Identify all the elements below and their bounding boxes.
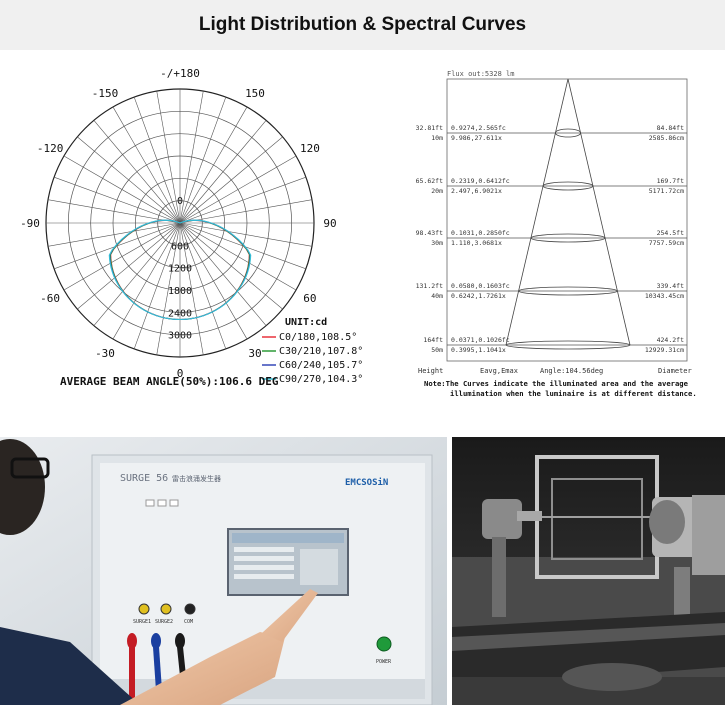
diameter-cm: 7757.59cm	[649, 239, 684, 247]
height-m: 50m	[431, 346, 443, 354]
device-brand: EMCSOSiN	[345, 477, 388, 488]
eavg-lx: 0.6242,1.7261x	[451, 292, 506, 300]
radial-label: 600	[171, 241, 189, 252]
cone-diagram: Flux out:5328 lm 32.81ft 10m 0.9274,2.565f…	[416, 70, 697, 398]
angle-label: -30	[95, 347, 115, 360]
cone-frame	[446, 78, 688, 362]
radial-label: 1800	[168, 286, 192, 297]
power-button-icon	[376, 636, 392, 652]
footer-eavg: Eavg,Emax	[480, 367, 518, 375]
height-m: 20m	[431, 187, 443, 195]
height-m: 40m	[431, 292, 443, 300]
angle-label: -90	[20, 217, 40, 230]
indicator-led	[145, 499, 155, 507]
angle-label: -150	[92, 87, 119, 100]
angle-label: -120	[37, 142, 64, 155]
port-com-icon	[184, 603, 196, 615]
angle-label: -/+180	[160, 67, 200, 80]
footer-diameter: Diameter	[658, 367, 692, 375]
eavg-fc: 0.0371,0.1026fc	[451, 336, 510, 344]
beam-angle-footer: AVERAGE BEAM ANGLE(50%):106.6 DEG	[60, 375, 279, 388]
radial-label: 1200	[168, 264, 192, 275]
legend-label: C60/240,105.7°	[279, 360, 363, 371]
legend-label: C0/180,108.5°	[279, 332, 357, 343]
port-label-surge1: SURGE1	[133, 619, 151, 625]
radial-label: 3000	[168, 331, 192, 342]
height-ft: 131.2ft	[416, 282, 443, 290]
diameter-cm: 2585.86cm	[649, 134, 684, 142]
goniophotometer-photo	[452, 437, 725, 705]
unit-label: UNIT:cd	[285, 317, 327, 328]
diameter-ft: 339.4ft	[657, 282, 684, 290]
cone-edge	[505, 78, 569, 346]
eavg-lx: 1.110,3.0681x	[451, 239, 502, 247]
legend-label: C90/270,104.3°	[279, 374, 363, 385]
flux-label: Flux out:5328 lm	[447, 70, 514, 78]
port-label-surge2: SURGE2	[155, 619, 173, 625]
title-banner: Light Distribution & Spectral Curves	[0, 0, 725, 50]
angle-label: 30	[248, 347, 261, 360]
device-model: SURGE 56	[120, 473, 168, 484]
eavg-lx: 2.497,6.9021x	[451, 187, 502, 195]
diameter-ft: 169.7ft	[657, 177, 684, 185]
height-ft: 164ft	[423, 336, 443, 344]
port-label-com: COM	[184, 619, 193, 625]
diameter-ft: 424.2ft	[657, 336, 684, 344]
port-surge2-icon	[160, 603, 172, 615]
angle-label: 60	[303, 292, 316, 305]
polar-diagram: -/+180150-150120-12090-9060-6030-3000600…	[20, 67, 363, 388]
diameter-ft: 84.84ft	[657, 124, 684, 132]
eavg-fc: 0.1031,0.2850fc	[451, 229, 510, 237]
cone-edge	[567, 78, 631, 346]
cone-panel: Flux out:5328 lm 32.81ft 10m 0.9274,2.565f…	[410, 55, 725, 405]
port-surge1-icon	[138, 603, 150, 615]
eavg-fc: 0.0580,0.1603fc	[451, 282, 510, 290]
height-m: 10m	[431, 134, 443, 142]
eavg-fc: 0.9274,2.565fc	[451, 124, 506, 132]
eavg-lx: 9.986,27.611x	[451, 134, 502, 142]
angle-label: 90	[323, 217, 336, 230]
footer-angle: Angle:104.56deg	[540, 367, 603, 375]
polar-panel: -/+180 150 -150 120 -120 90 -90 60 -60 30 -30 0 0 600…	[0, 55, 405, 405]
left-detector	[482, 499, 522, 539]
cone-rows: 32.81ft 10m 0.9274,2.565fc 9.986,27.611x 84.…	[416, 124, 687, 354]
indicator-led	[169, 499, 179, 507]
diameter-cm: 10343.45cm	[645, 292, 684, 300]
angle-label: 120	[300, 142, 320, 155]
cone-shape	[505, 78, 631, 346]
surge-tester-photo: SURGE 56 雷击浪涌发生器 EMCSOSiN SURGE1 SURGE2 …	[0, 437, 447, 705]
center-label: 0	[177, 196, 183, 207]
diameter-cm: 12929.31cm	[645, 346, 684, 354]
footer-height: Height	[418, 367, 443, 375]
eavg-lx: 0.3995,1.1041x	[451, 346, 506, 354]
height-ft: 32.81ft	[416, 124, 443, 132]
page-title: Light Distribution & Spectral Curves	[198, 14, 527, 35]
angle-label: -60	[40, 292, 60, 305]
height-ft: 98.43ft	[416, 229, 443, 237]
diameter-ft: 254.5ft	[657, 229, 684, 237]
angle-label: 150	[245, 87, 265, 100]
diameter-cm: 5171.72cm	[649, 187, 684, 195]
device-subtitle: 雷击浪涌发生器	[172, 474, 221, 483]
indicator-led	[157, 499, 167, 507]
height-ft: 65.62ft	[416, 177, 443, 185]
note-line-2: illumination when the luminaire is at di…	[450, 389, 697, 398]
height-m: 30m	[431, 239, 443, 247]
legend-label: C30/210,107.8°	[279, 346, 363, 357]
eavg-fc: 0.2319,0.6412fc	[451, 177, 510, 185]
radial-label: 2400	[168, 308, 192, 319]
note-line-1: Note:The Curves indicate the illuminated…	[424, 379, 689, 388]
power-label: POWER	[376, 659, 392, 665]
